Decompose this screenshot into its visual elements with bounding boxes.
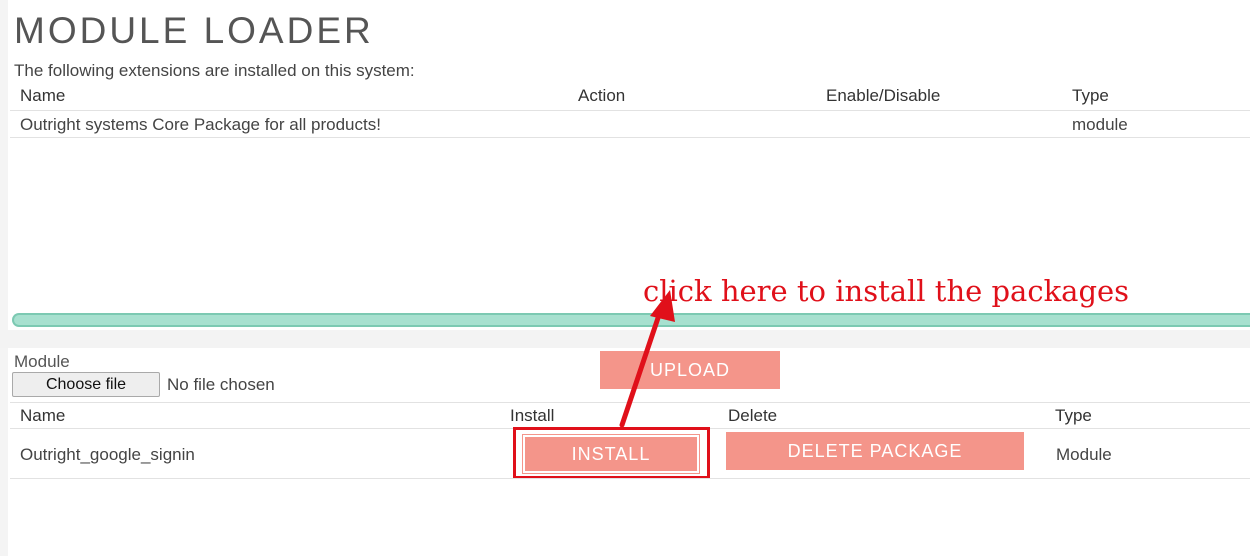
annotation-arrow-icon xyxy=(619,290,675,428)
